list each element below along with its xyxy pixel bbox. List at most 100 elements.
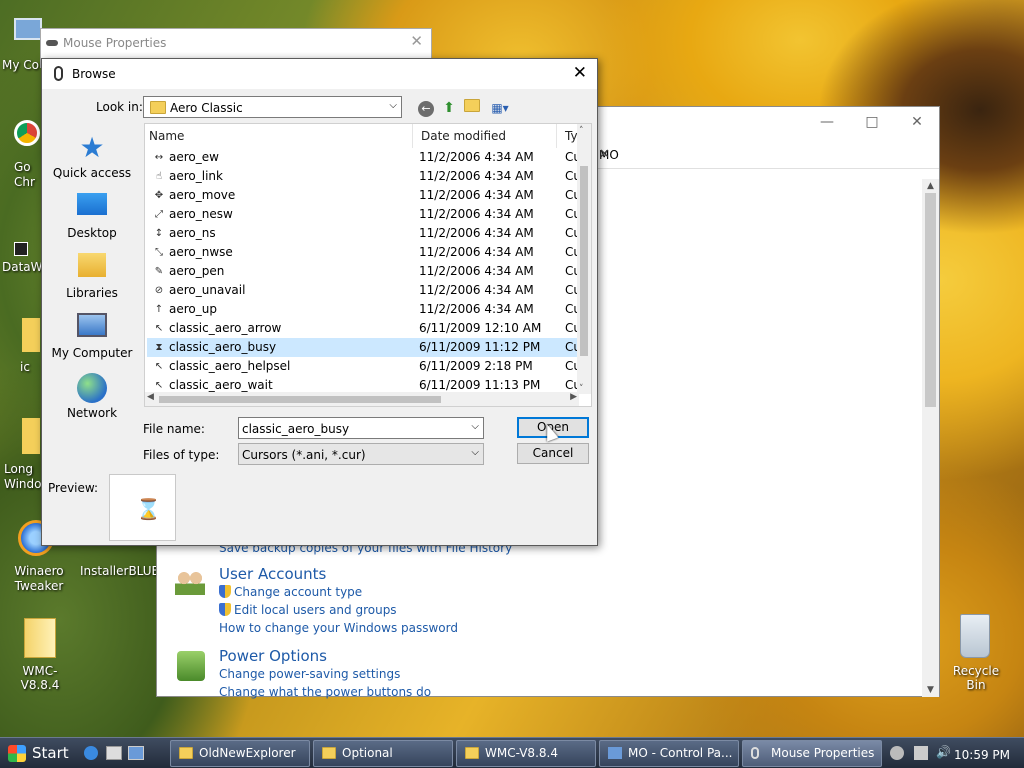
shield-icon: [219, 603, 231, 616]
cursor-file-icon: ✥: [154, 190, 164, 201]
place-libraries[interactable]: Libraries: [46, 253, 138, 300]
close-button[interactable]: ✕: [573, 63, 587, 83]
change-password-link[interactable]: How to change your Windows password: [219, 619, 458, 637]
volume-tray-icon[interactable]: 🔊: [936, 745, 951, 759]
user-accounts-icon: [175, 569, 205, 595]
power-tray-icon[interactable]: [890, 746, 904, 760]
file-row[interactable]: ⧗classic_aero_busy6/11/2009 11:12 PMCu: [147, 338, 579, 357]
power-options-heading[interactable]: Power Options: [219, 647, 431, 665]
power-buttons-link[interactable]: Change what the power buttons do: [219, 683, 431, 701]
archive-icon: [24, 618, 56, 658]
file-list-vscrollbar[interactable]: ˄ ˅: [577, 124, 591, 394]
file-row[interactable]: ↑aero_up11/2/2006 4:34 AMCu: [147, 300, 579, 319]
file-name: aero_up: [169, 302, 217, 316]
taskbar-task-control-panel[interactable]: MO - Control Pa...: [599, 740, 739, 767]
cursor-file-icon: ⤡: [155, 247, 163, 258]
cursor-file-icon: ⊘: [154, 285, 164, 296]
minimize-button[interactable]: —: [817, 113, 837, 131]
scroll-right-icon[interactable]: ▶: [570, 392, 577, 402]
file-row[interactable]: ⤡aero_nwse11/2/2006 4:34 AMCu: [147, 243, 579, 262]
user-accounts-heading[interactable]: User Accounts: [219, 565, 458, 583]
up-folder-icon[interactable]: ⬆: [439, 98, 459, 118]
taskbar-task-mouse-properties[interactable]: Mouse Properties: [742, 740, 882, 767]
taskbar-task-oldnewexplorer[interactable]: OldNewExplorer: [170, 740, 310, 767]
file-date: 6/11/2009 11:12 PM: [419, 340, 541, 354]
file-date: 11/2/2006 4:34 AM: [419, 283, 534, 297]
control-panel-scrollbar[interactable]: ▲ ▼: [922, 179, 939, 697]
files-of-type-label: Files of type:: [143, 448, 220, 462]
desktop-icon-recycle-bin[interactable]: Recycle Bin: [944, 610, 1008, 692]
desktop-icon-wmc[interactable]: WMC-V8.8.4: [4, 616, 76, 692]
scroll-left-icon[interactable]: ◀: [147, 392, 154, 402]
close-button[interactable]: ✕: [410, 32, 423, 50]
edit-local-users-link[interactable]: Edit local users and groups: [219, 601, 458, 619]
scroll-thumb[interactable]: [925, 193, 936, 407]
desktop-icon-label: Winaero Tweaker: [14, 564, 64, 593]
cursor-file-icon: ↖: [154, 323, 164, 334]
taskbar-task-optional[interactable]: Optional: [313, 740, 453, 767]
file-row[interactable]: ✥aero_move11/2/2006 4:34 AMCu: [147, 186, 579, 205]
cancel-button[interactable]: Cancel: [517, 443, 589, 464]
maximize-button[interactable]: □: [862, 113, 882, 131]
desktop-icon-label: InstallerBLUE: [80, 564, 160, 578]
place-quick-access[interactable]: ★ Quick access: [46, 133, 138, 181]
scroll-up-icon[interactable]: ▲: [922, 181, 939, 191]
file-date: 11/2/2006 4:34 AM: [419, 264, 534, 278]
desktop-icon-label: DataW: [2, 260, 43, 274]
desktop-icon-label: Go Chr: [14, 160, 35, 189]
place-network[interactable]: Network: [46, 373, 138, 420]
mouse-icon: [46, 40, 58, 46]
cursor-file-icon: ☝: [155, 171, 163, 182]
scroll-thumb[interactable]: [580, 166, 588, 356]
file-row[interactable]: ↖classic_aero_arrow6/11/2009 12:10 AMCu: [147, 319, 579, 338]
quicklaunch-window-icon[interactable]: [128, 746, 144, 760]
files-of-type-select[interactable]: Cursors (*.ani, *.cur) ⌵: [238, 443, 484, 465]
desktop-icon-chrome[interactable]: Go Chr: [0, 120, 44, 190]
scroll-thumb[interactable]: [159, 396, 441, 403]
chevron-down-icon: ⌵: [389, 100, 397, 111]
close-button[interactable]: ✕: [907, 113, 927, 131]
desktop-icon-my-computer[interactable]: My Co: [0, 14, 44, 76]
file-row[interactable]: ⤢aero_nesw11/2/2006 4:34 AMCu: [147, 205, 579, 224]
change-account-type-link[interactable]: Change account type: [219, 583, 458, 601]
clear-search-icon[interactable]: ✕: [599, 147, 931, 162]
file-list[interactable]: Name ˄ Date modified Ty ↔ aero_ew 11/2/200…: [144, 123, 592, 407]
file-row[interactable]: ↖classic_aero_helpsel6/11/2009 2:18 PMCu: [147, 357, 579, 376]
new-folder-icon[interactable]: [462, 98, 482, 118]
column-header-date[interactable]: Date modified: [415, 124, 557, 148]
desktop-icon-dataw[interactable]: DataW: [0, 238, 44, 278]
file-row[interactable]: ☝aero_link11/2/2006 4:34 AMCu: [147, 167, 579, 186]
quicklaunch-desktop-icon[interactable]: [106, 746, 122, 760]
desktop-icon-long-windows[interactable]: Long Windo: [0, 418, 44, 494]
file-list-hscrollbar[interactable]: ◀ ▶: [145, 392, 579, 406]
start-button[interactable]: Start: [2, 739, 74, 768]
quicklaunch-ie-icon[interactable]: [84, 746, 98, 760]
file-name: aero_nwse: [169, 245, 233, 259]
scroll-down-icon[interactable]: ˅: [579, 384, 584, 394]
look-in-combo[interactable]: Aero Classic ⌵: [143, 96, 402, 118]
place-desktop[interactable]: Desktop: [46, 193, 138, 240]
file-row[interactable]: ↕aero_ns11/2/2006 4:34 AMCu: [147, 224, 579, 243]
browse-title: Browse: [72, 67, 116, 81]
place-my-computer[interactable]: My Computer: [46, 313, 138, 360]
desktop-icon-installerblue[interactable]: InstallerBLUE: [80, 546, 160, 586]
file-row[interactable]: ⊘aero_unavail11/2/2006 4:34 AMCu: [147, 281, 579, 300]
power-saving-link[interactable]: Change power-saving settings: [219, 665, 431, 683]
scroll-up-icon[interactable]: ˄: [579, 126, 584, 136]
file-name-input[interactable]: classic_aero_busy ⌵: [238, 417, 484, 439]
file-row[interactable]: ✎aero_pen11/2/2006 4:34 AMCu: [147, 262, 579, 281]
back-icon[interactable]: ←: [416, 98, 436, 118]
clock[interactable]: 10:59 PM: [954, 748, 1010, 762]
network-tray-icon[interactable]: [914, 746, 928, 760]
chevron-down-icon: ⌵: [471, 447, 479, 458]
desktop-icon-ic[interactable]: ic: [0, 318, 44, 378]
taskbar-task-wmc[interactable]: WMC-V8.8.4: [456, 740, 596, 767]
scroll-down-icon[interactable]: ▼: [922, 685, 939, 695]
column-header-type[interactable]: Ty: [559, 124, 579, 148]
tray-area: 🔊 10:59 PM: [884, 740, 1022, 767]
cursor-file-icon: ↔: [154, 152, 164, 163]
file-row[interactable]: ↔aero_ew11/2/2006 4:34 AMCu: [147, 148, 579, 167]
chevron-down-icon[interactable]: ⌵: [471, 421, 479, 432]
view-menu-icon[interactable]: ▦▾: [486, 98, 514, 118]
folder-icon: [150, 101, 166, 114]
